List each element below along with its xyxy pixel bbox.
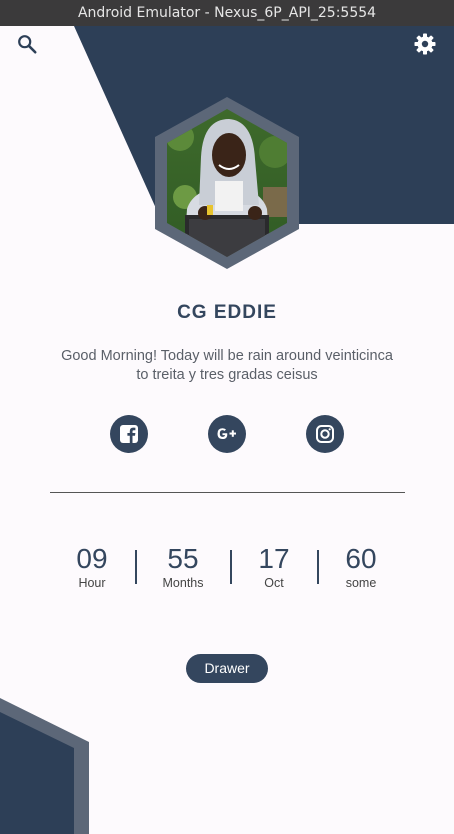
stat-separator <box>135 550 137 584</box>
profile-avatar[interactable] <box>155 97 299 269</box>
search-button[interactable] <box>13 30 41 58</box>
stat-some: 60 some <box>321 543 401 591</box>
stat-value: 55 <box>167 543 199 574</box>
facebook-icon <box>120 425 138 443</box>
google-plus-button[interactable] <box>208 415 246 453</box>
stat-months: 55 Months <box>143 543 223 591</box>
stat-oct: 17 Oct <box>234 543 314 591</box>
instagram-button[interactable] <box>306 415 344 453</box>
stat-value: 17 <box>258 543 290 574</box>
stat-separator <box>317 550 319 584</box>
stat-label: Months <box>162 576 204 590</box>
stat-hour: 09 Hour <box>52 543 132 591</box>
window-title-bar: Android Emulator - Nexus_6P_API_25:5554 <box>0 0 454 26</box>
app-screen: CG EDDIE Good Morning! Today will be rai… <box>0 26 454 834</box>
google-plus-icon <box>217 428 236 439</box>
stat-value: 60 <box>345 543 377 574</box>
stat-value: 09 <box>76 543 108 574</box>
stat-separator <box>230 550 232 584</box>
section-divider <box>50 492 405 493</box>
greeting-text: Good Morning! Today will be rain around … <box>61 348 393 383</box>
gear-icon <box>414 33 436 55</box>
search-icon <box>18 35 37 54</box>
profile-name: CG EDDIE <box>177 302 277 323</box>
instagram-icon <box>316 425 334 443</box>
window-title: Android Emulator - Nexus_6P_API_25:5554 <box>77 5 377 21</box>
stat-label: Hour <box>78 576 106 590</box>
stat-label: Oct <box>264 576 284 590</box>
settings-button[interactable] <box>411 30 439 58</box>
facebook-button[interactable] <box>110 415 148 453</box>
avatar-image <box>155 97 299 269</box>
stat-label: some <box>345 576 377 590</box>
drawer-button[interactable]: Drawer <box>186 654 268 683</box>
